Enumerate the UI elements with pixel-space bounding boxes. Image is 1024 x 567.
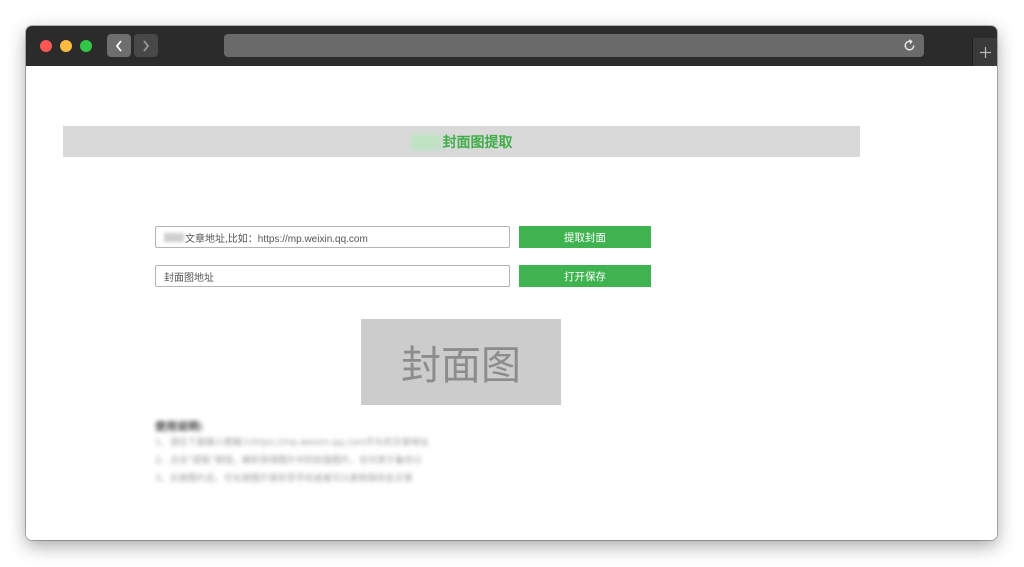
instruction-item: 2、点击“提取”按钮，解析获得图片中的封面图片，也可用于备份以 <box>155 456 423 466</box>
reload-icon[interactable] <box>901 37 918 54</box>
back-button[interactable] <box>107 34 131 57</box>
article-url-placeholder: 文章地址,比如：https://mp.weixin.qq.com <box>185 233 368 245</box>
chevron-left-icon <box>115 39 122 52</box>
instructions-title: 使用说明: <box>155 420 204 433</box>
zoom-window-button[interactable] <box>80 40 92 52</box>
new-tab-button[interactable] <box>972 38 997 66</box>
cover-url-placeholder: 封面图地址 <box>164 272 214 284</box>
instruction-item: 3、长按图片后，可长按图片保存至手机或者可以复制保存此文章 <box>155 474 413 484</box>
chevron-right-icon <box>143 39 150 52</box>
open-save-button[interactable]: 打开保存 <box>519 265 651 287</box>
cover-url-input[interactable]: 封面图地址 <box>155 265 510 287</box>
minimize-window-button[interactable] <box>60 40 72 52</box>
page-header-banner: 封面图提取 <box>63 126 860 157</box>
address-bar[interactable] <box>224 34 924 57</box>
title-bar <box>26 26 997 66</box>
cover-image-placeholder: 封面图 <box>361 319 561 405</box>
plus-icon <box>980 46 991 58</box>
browser-window: 封面图提取 文章地址,比如：https://mp.weixin.qq.com 提… <box>26 26 997 540</box>
extract-cover-button[interactable]: 提取封面 <box>519 226 651 248</box>
forward-button[interactable] <box>134 34 158 57</box>
redacted-text <box>164 232 184 242</box>
article-url-input[interactable]: 文章地址,比如：https://mp.weixin.qq.com <box>155 226 510 248</box>
page-content: 封面图提取 文章地址,比如：https://mp.weixin.qq.com 提… <box>26 66 997 540</box>
usage-instructions: 使用说明: 1、请在下面输入框输入https://mp.weixin.qq.co… <box>155 418 535 488</box>
page-title: 封面图提取 <box>442 134 513 151</box>
instruction-item: 1、请在下面输入框输入https://mp.weixin.qq.com开头的文章… <box>155 438 429 448</box>
close-window-button[interactable] <box>40 40 52 52</box>
redacted-brand <box>410 133 441 150</box>
